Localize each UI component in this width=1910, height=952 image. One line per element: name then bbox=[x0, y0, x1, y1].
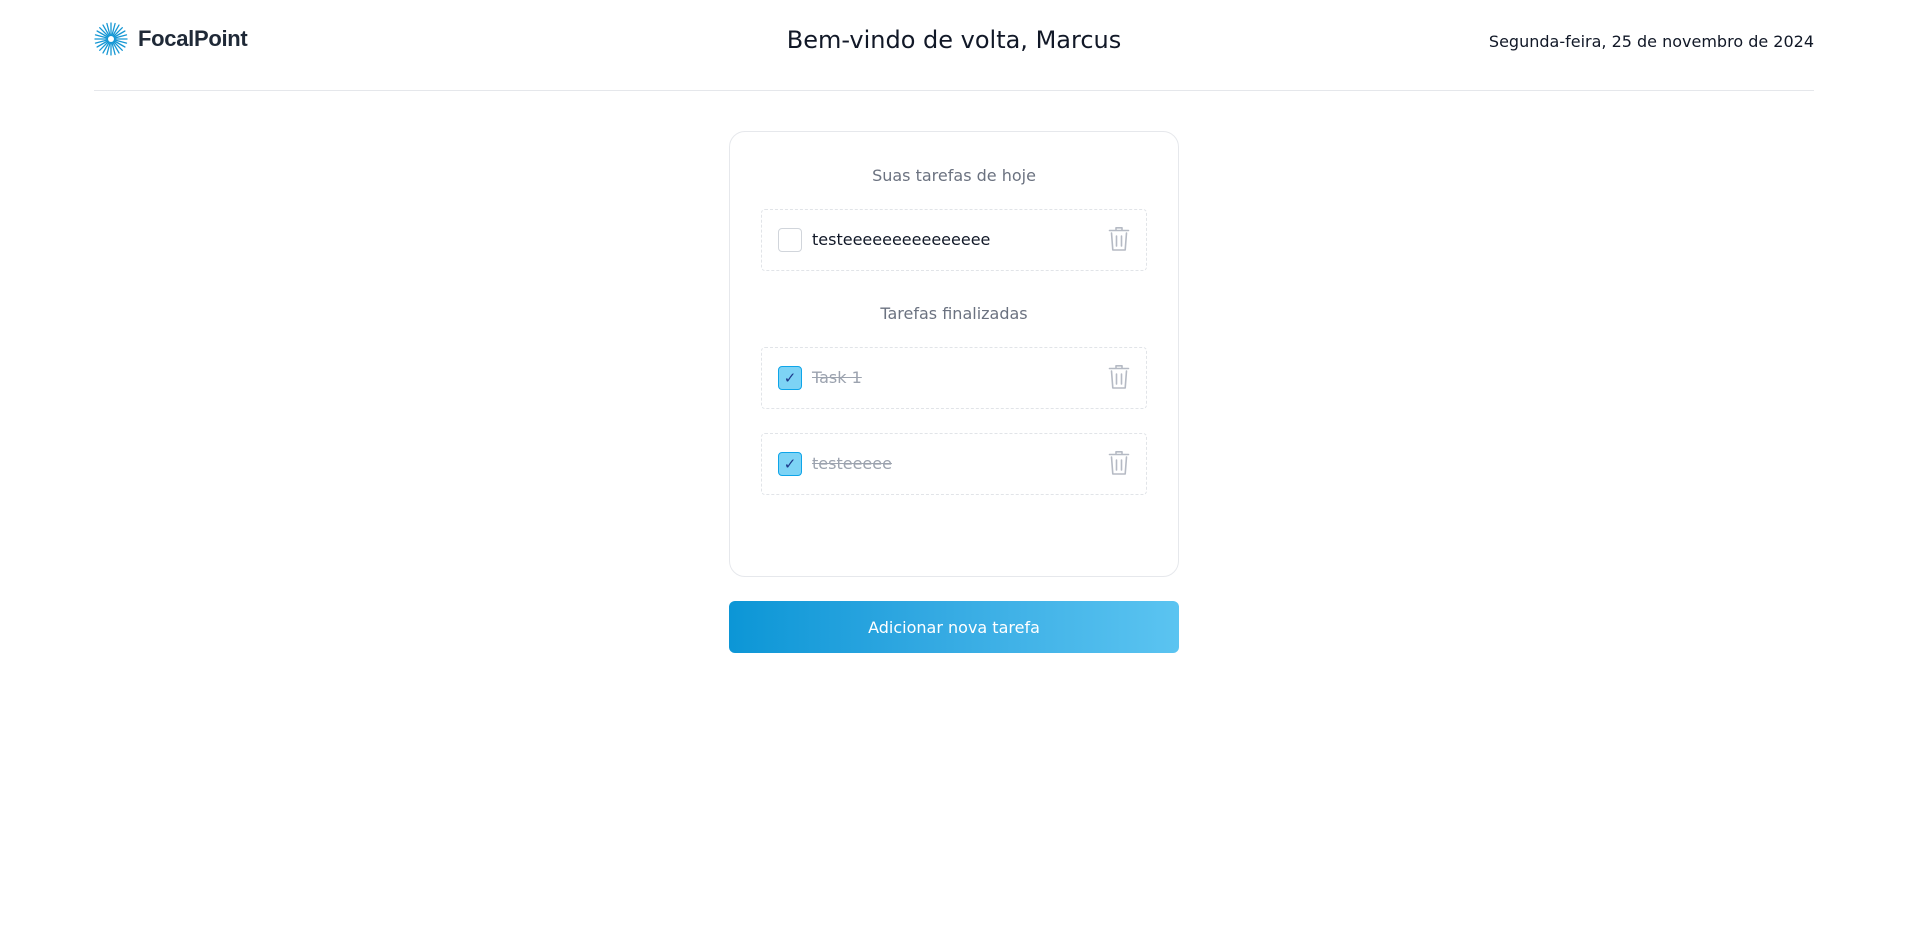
trash-icon[interactable] bbox=[1108, 364, 1130, 390]
check-icon: ✓ bbox=[783, 369, 797, 387]
check-icon: ✓ bbox=[783, 455, 797, 473]
task-checkbox-checked[interactable]: ✓ bbox=[778, 452, 802, 476]
task-label: testeeeeeeeeeeeeeee bbox=[812, 230, 991, 249]
tasks-card: Suas tarefas de hoje testeeeeeeeeeeeeeee… bbox=[729, 131, 1179, 577]
task-label: Task 1 bbox=[812, 368, 862, 387]
finished-tasks-title: Tarefas finalizadas bbox=[880, 304, 1028, 323]
current-date: Segunda-feira, 25 de novembro de 2024 bbox=[1488, 32, 1814, 51]
add-task-button[interactable]: Adicionar nova tarefa bbox=[729, 601, 1179, 653]
task-label: testeeeee bbox=[812, 454, 892, 473]
task-checkbox-checked[interactable]: ✓ bbox=[778, 366, 802, 390]
trash-icon[interactable] bbox=[1108, 226, 1130, 252]
task-item: ✓ Task 1 bbox=[761, 347, 1147, 409]
app-header: FocalPoint Bem-vindo de volta, Marcus Se… bbox=[94, 0, 1814, 91]
task-checkbox[interactable] bbox=[778, 228, 802, 252]
task-item: testeeeeeeeeeeeeeee bbox=[761, 209, 1147, 271]
today-tasks-title: Suas tarefas de hoje bbox=[872, 166, 1036, 185]
task-item: ✓ testeeeee bbox=[761, 433, 1147, 495]
trash-icon[interactable] bbox=[1108, 450, 1130, 476]
page: FocalPoint Bem-vindo de volta, Marcus Se… bbox=[0, 0, 1910, 952]
